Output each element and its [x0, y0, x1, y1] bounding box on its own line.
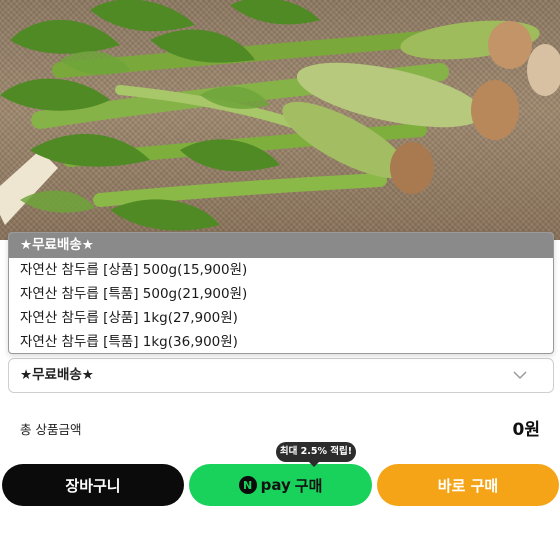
- npay-wordmark: pay: [260, 476, 291, 494]
- buy-now-button[interactable]: 바로 구매: [377, 464, 559, 506]
- option-select[interactable]: ★무료배송★: [8, 358, 554, 393]
- add-to-cart-button[interactable]: 장바구니: [2, 464, 184, 506]
- total-price-label: 총 상품금액: [20, 422, 82, 437]
- product-option-page: ★무료배송★ 자연산 참두릅 [상품] 500g(15,900원) 자연산 참두…: [0, 0, 560, 560]
- option-item-special-1kg[interactable]: 자연산 참두릅 [특품] 1kg(36,900원): [9, 330, 553, 353]
- npay-purchase-label: 구매: [294, 476, 323, 495]
- option-item-standard-1kg[interactable]: 자연산 참두릅 [상품] 1kg(27,900원): [9, 306, 553, 330]
- npay-reward-tooltip: 최대 2.5% 적립!: [276, 442, 356, 462]
- tooltip-arrow: [308, 461, 320, 467]
- naver-n-icon: N: [238, 476, 257, 494]
- option-item-free-shipping[interactable]: ★무료배송★: [9, 233, 553, 258]
- option-select-value: ★무료배송★: [20, 367, 94, 383]
- total-price-value: 0원: [512, 420, 540, 440]
- product-image: [0, 0, 560, 240]
- fatsia-shoots-illustration: [0, 0, 560, 231]
- option-dropdown-list: ★무료배송★ 자연산 참두릅 [상품] 500g(15,900원) 자연산 참두…: [8, 232, 554, 354]
- npay-purchase-button[interactable]: N pay 구매: [189, 464, 372, 506]
- option-item-premium-500g-standard[interactable]: 자연산 참두릅 [상품] 500g(15,900원): [9, 258, 553, 282]
- option-item-special-500g[interactable]: 자연산 참두릅 [특품] 500g(21,900원): [9, 282, 553, 306]
- chevron-down-icon: [513, 371, 527, 380]
